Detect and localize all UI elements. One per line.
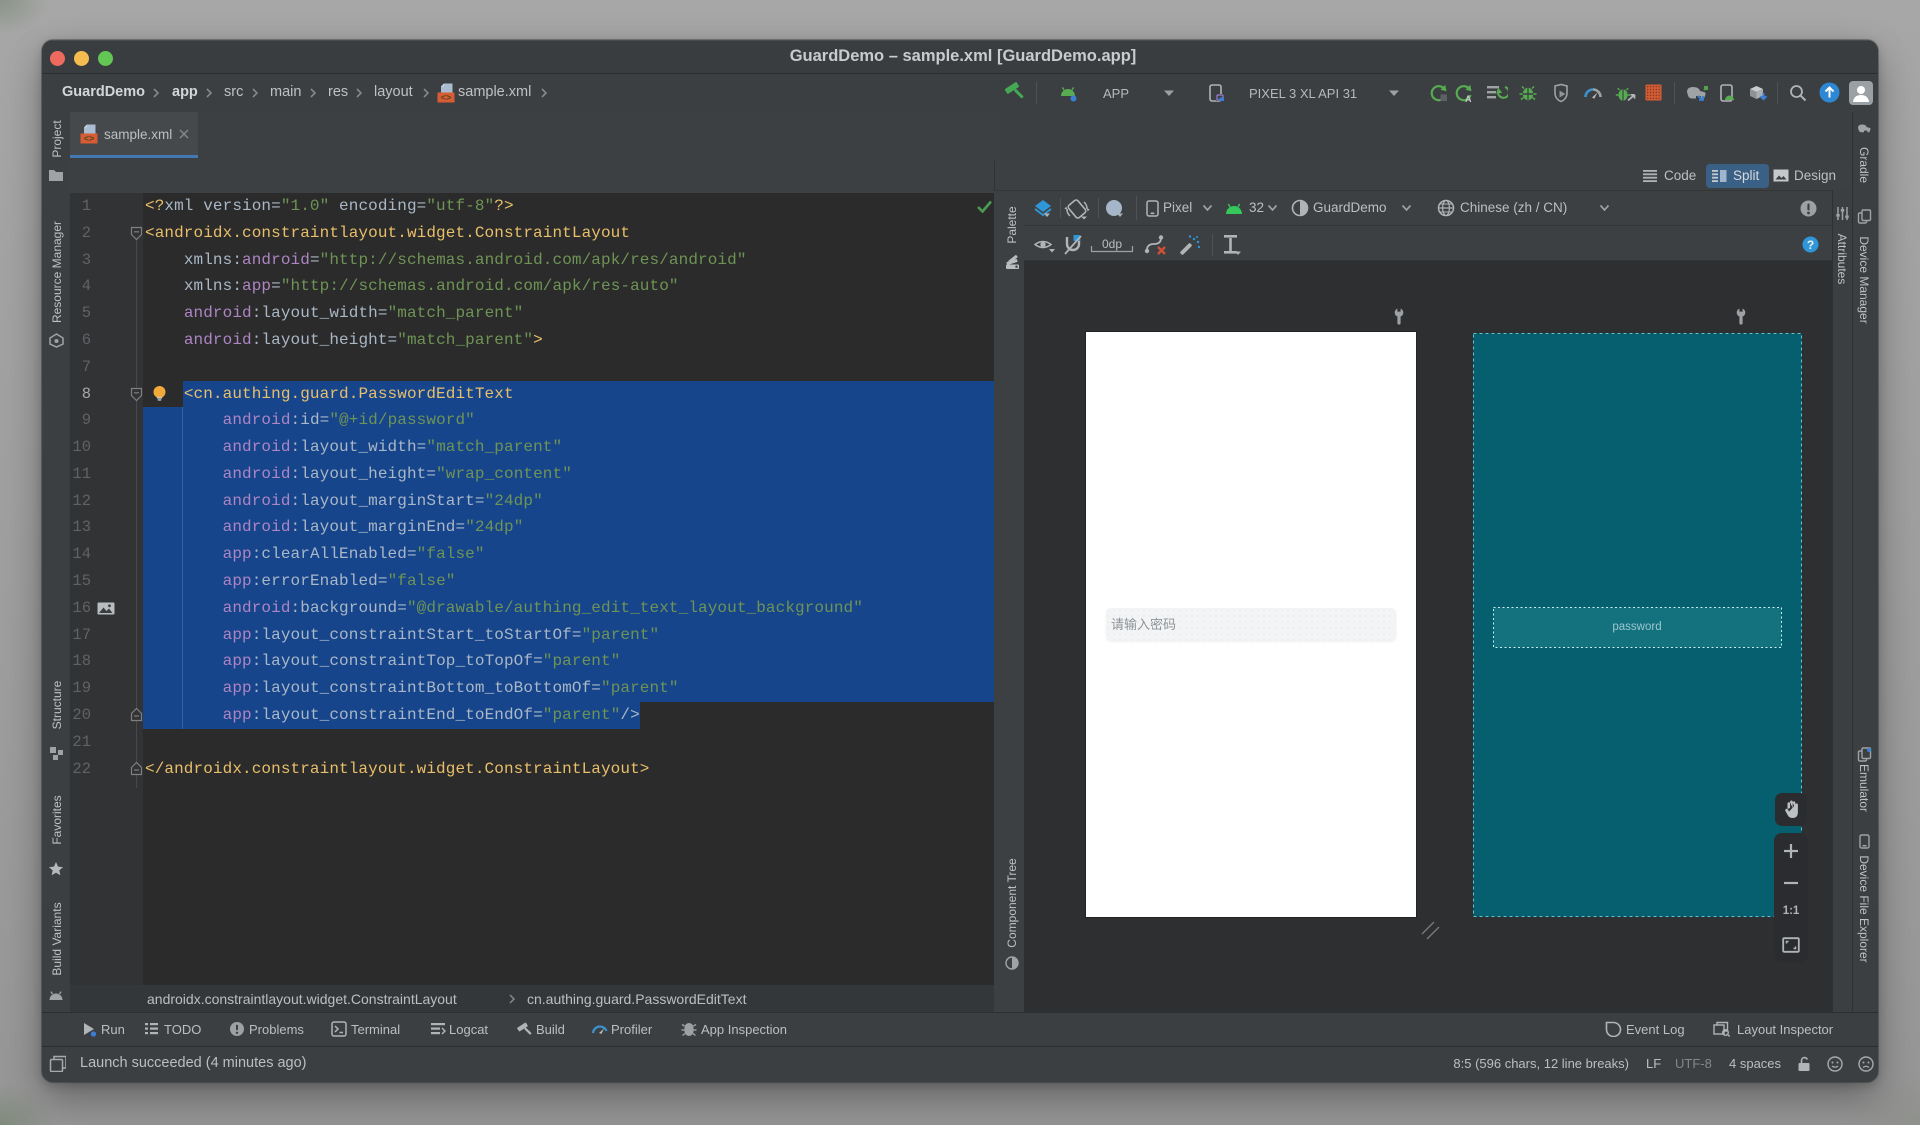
- svg-text:0dp: 0dp: [1102, 237, 1122, 251]
- svg-text:<>: <>: [84, 134, 95, 144]
- svg-text:<>: <>: [441, 93, 452, 103]
- svg-text:?: ?: [1807, 238, 1814, 252]
- svg-text:A: A: [1465, 94, 1472, 103]
